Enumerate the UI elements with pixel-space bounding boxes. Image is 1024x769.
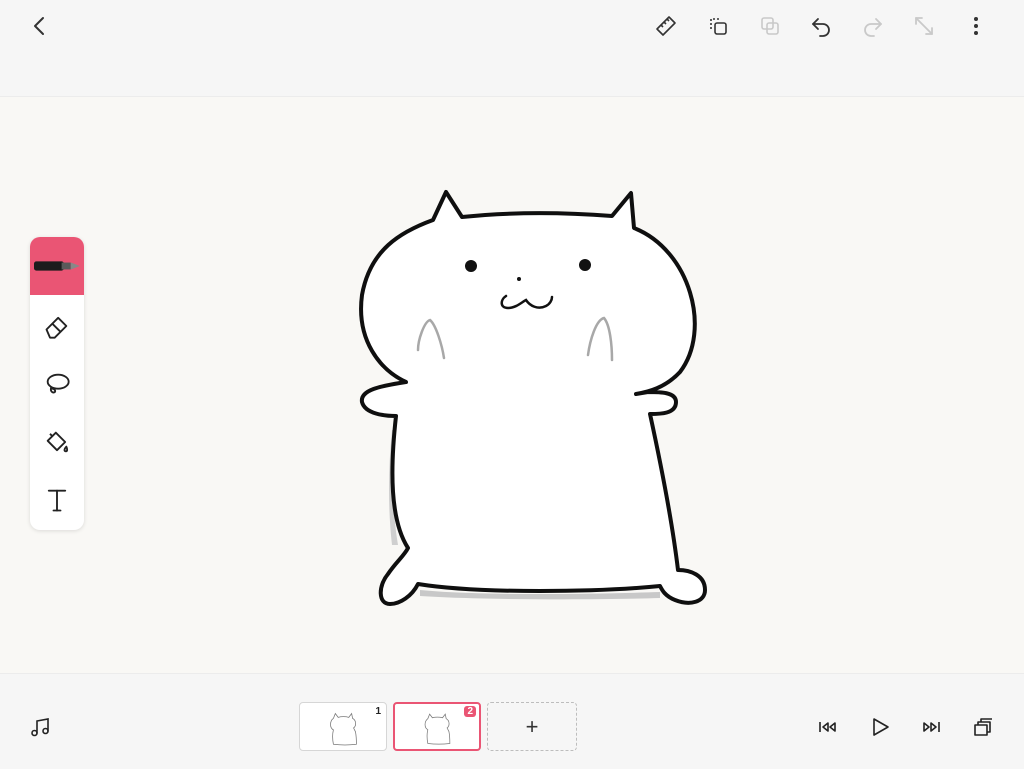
layers-icon (974, 718, 992, 736)
tool-palette (30, 237, 84, 530)
tool-text[interactable] (30, 471, 84, 529)
lasso-icon (46, 373, 70, 394)
eraser-icon (45, 316, 68, 339)
copy-frame-button[interactable] (702, 10, 734, 42)
add-frame-label: + (525, 713, 539, 739)
cat-drawing (359, 190, 707, 606)
frame-number: 2 (464, 706, 476, 717)
frame-preview (330, 712, 357, 746)
redo-icon (864, 18, 882, 37)
top-toolbar (0, 0, 1024, 97)
frame-thumbnail-1[interactable]: 1 (299, 702, 387, 751)
undo-icon (812, 18, 830, 37)
ruler-button[interactable] (650, 10, 682, 42)
skip-back-button[interactable] (812, 711, 844, 743)
tool-eraser[interactable] (30, 297, 84, 355)
skip-forward-icon (923, 722, 940, 732)
frame-thumbnail-2[interactable]: 2 (393, 702, 481, 751)
music-icon (31, 718, 49, 737)
skip-back-icon (819, 722, 836, 732)
paint-bucket-icon (46, 431, 69, 453)
paste-icon (761, 17, 779, 35)
layers-button[interactable] (967, 711, 999, 743)
redo-button[interactable] (857, 10, 889, 42)
expand-icon (915, 17, 933, 35)
chevron-left-icon (34, 17, 44, 35)
more-button[interactable] (960, 10, 992, 42)
skip-forward-button[interactable] (915, 711, 947, 743)
text-icon (47, 489, 67, 512)
fullscreen-button[interactable] (908, 10, 940, 42)
undo-button[interactable] (805, 10, 837, 42)
back-button[interactable] (24, 10, 56, 42)
paste-frame-button[interactable] (754, 10, 786, 42)
ruler-icon (656, 16, 676, 36)
more-vertical-icon (974, 17, 978, 35)
play-icon (873, 718, 889, 736)
pen-icon (34, 261, 80, 271)
tool-pen[interactable] (30, 237, 84, 295)
play-button[interactable] (864, 711, 896, 743)
tool-lasso[interactable] (30, 355, 84, 413)
tool-fill[interactable] (30, 413, 84, 471)
music-button[interactable] (24, 711, 56, 743)
frame-number: 1 (375, 706, 381, 717)
add-frame-button[interactable]: + (487, 702, 577, 751)
copy-icon (710, 18, 727, 35)
drawing-canvas[interactable] (0, 97, 1024, 673)
